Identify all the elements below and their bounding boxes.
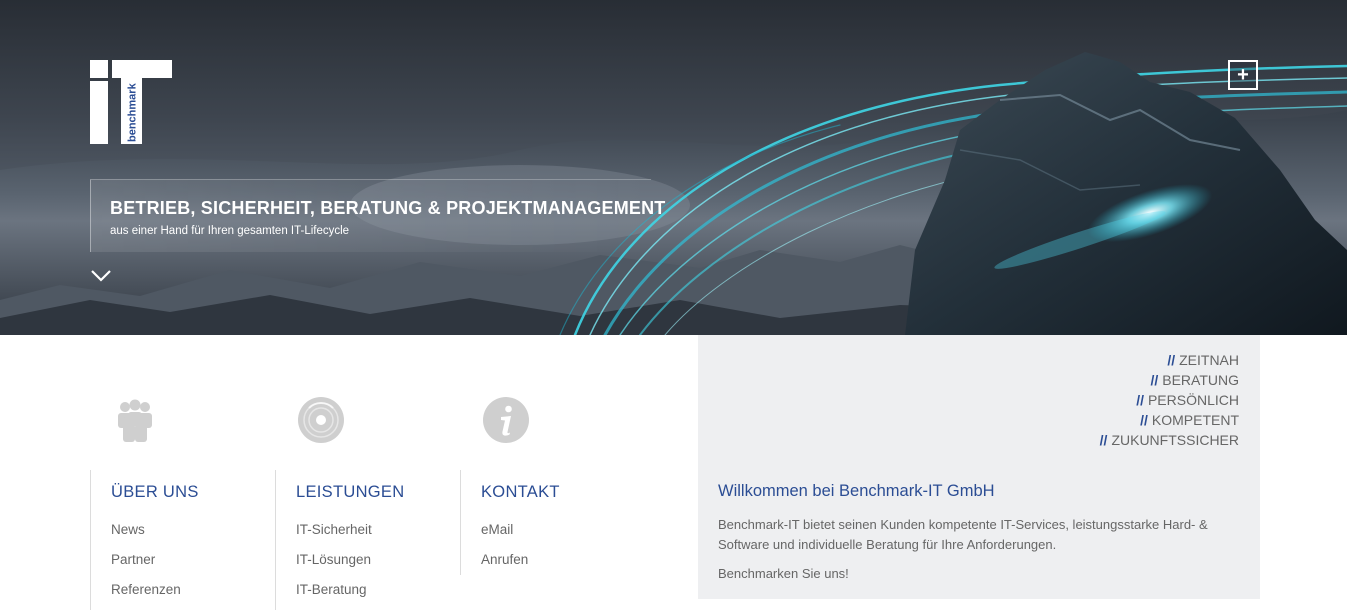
keyword-item: //PERSÖNLICH (1136, 392, 1239, 408)
column-leistungen: LEISTUNGEN IT-Sicherheit IT-Lösungen IT-… (275, 470, 461, 610)
link-partner[interactable]: Partner (111, 552, 155, 567)
intro-text: Benchmark-IT bietet seinen Kunden kompet… (718, 517, 1208, 552)
expand-menu-button[interactable]: + (1228, 60, 1258, 90)
link-anrufen[interactable]: Anrufen (481, 552, 528, 567)
link-referenzen[interactable]: Referenzen (111, 582, 181, 597)
hero-title: BETRIEB, SICHERHEIT, BERATUNG & PROJEKTM… (110, 198, 666, 218)
people-icon (118, 399, 152, 442)
chevron-down-icon[interactable] (90, 268, 112, 284)
link-news[interactable]: News (111, 522, 145, 537)
hero-subtitle: aus einer Hand für Ihren gesamten IT-Lif… (110, 225, 350, 237)
keyword-item: //ZEITNAH (1167, 352, 1239, 368)
cta-text: Benchmarken Sie uns! (718, 566, 849, 581)
link-email[interactable]: eMail (481, 522, 513, 537)
column-title-ueber-uns: ÜBER UNS (111, 483, 199, 501)
column-title-kontakt: KONTAKT (481, 483, 560, 501)
hero-banner: benchmark BETRIEB, SICHERHEIT, BERATUNG … (0, 0, 1347, 335)
welcome-panel: //ZEITNAH //BERATUNG //PERSÖNLICH //KOMP… (698, 335, 1260, 599)
welcome-heading: Willkommen bei Benchmark-IT GmbH (718, 482, 995, 500)
column-ueber-uns: ÜBER UNS News Partner Referenzen (90, 470, 276, 610)
column-kontakt: KONTAKT eMail Anrufen (460, 470, 646, 575)
keyword-item: //KOMPETENT (1140, 412, 1239, 428)
svg-text:benchmark: benchmark (127, 82, 139, 142)
keyword-item: //ZUKUNFTSSICHER (1099, 432, 1239, 448)
keyword-item: //BERATUNG (1150, 372, 1239, 388)
column-title-leistungen: LEISTUNGEN (296, 483, 405, 501)
plus-icon: + (1237, 64, 1249, 86)
disc-icon (298, 397, 344, 443)
info-icon (483, 397, 529, 443)
link-it-sicherheit[interactable]: IT-Sicherheit (296, 522, 372, 537)
link-it-beratung[interactable]: IT-Beratung (296, 582, 367, 597)
benchmark-it-logo[interactable]: benchmark (90, 60, 172, 144)
hero-background-image (0, 0, 1347, 335)
link-it-loesungen[interactable]: IT-Lösungen (296, 552, 371, 567)
